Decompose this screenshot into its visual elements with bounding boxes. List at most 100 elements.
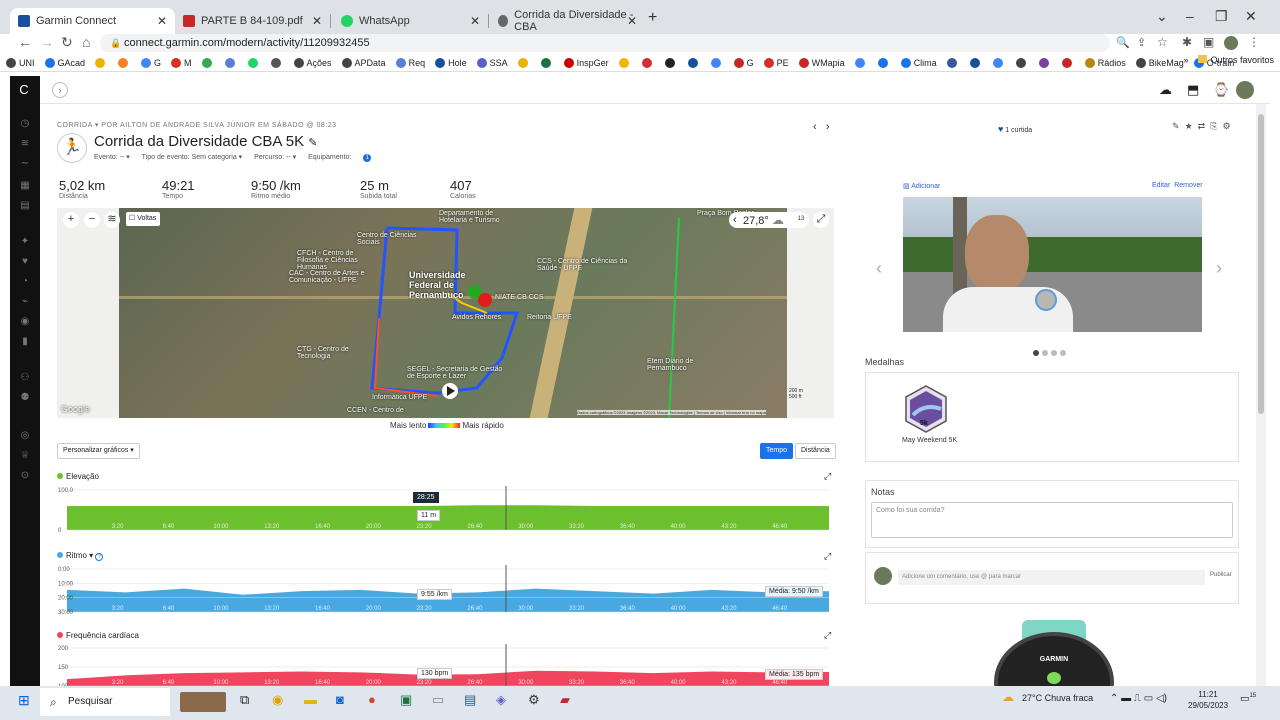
gear-field[interactable]: Equipamento: 1: [308, 154, 381, 162]
bookmark-item[interactable]: BikeMag: [1135, 57, 1184, 68]
activity-photo[interactable]: [903, 197, 1202, 332]
elevation-chart[interactable]: 100,0 0 3:20 6:40 10:00 13:20 16:40 20:00 23:20 2…: [57, 484, 833, 532]
photo-prev-arrow[interactable]: ‹: [876, 258, 882, 279]
expand-hr-icon[interactable]: ⤢: [824, 630, 831, 641]
tab-search-icon[interactable]: ⌄: [1156, 8, 1168, 25]
device-icon[interactable]: ⌚: [1213, 82, 1229, 98]
remove-photo-link[interactable]: Remover: [1174, 182, 1202, 189]
info-icon[interactable]: ?: [95, 553, 104, 561]
dashboard-icon[interactable]: ◷: [19, 118, 31, 129]
sidebar-toggle-icon[interactable]: ▣: [1203, 35, 1214, 49]
tab-pdf[interactable]: PARTE B 84-109.pdf ✕: [175, 8, 330, 34]
new-tab-button[interactable]: +: [648, 9, 657, 27]
gear-shoe-icon[interactable]: ⌁: [19, 296, 31, 307]
activity-icon[interactable]: ∼: [19, 158, 31, 169]
settings-icon[interactable]: ⚙: [528, 692, 540, 708]
bookmark-item[interactable]: [946, 57, 960, 68]
medal-badge-icon[interactable]: 5k: [905, 385, 947, 433]
bookmark-item[interactable]: Ações: [293, 57, 332, 68]
bookmarks-overflow[interactable]: »: [1183, 55, 1188, 65]
edit-pencil-icon[interactable]: ✎: [308, 137, 317, 149]
close-tab-icon[interactable]: ✕: [627, 14, 637, 28]
photo-next-arrow[interactable]: ›: [1216, 258, 1222, 279]
groups-icon[interactable]: ⚉: [19, 392, 31, 403]
tab-garmin-connect[interactable]: Garmin Connect ✕: [10, 8, 175, 34]
clock[interactable]: 11:21 29/05/2023: [1188, 689, 1228, 711]
bookmark-item[interactable]: [224, 57, 238, 68]
bookmark-item[interactable]: [118, 57, 131, 68]
route-map[interactable]: Universidade Federal de Pernambuco CCS -…: [57, 208, 834, 418]
profile-avatar[interactable]: [1224, 36, 1238, 50]
heart-icon[interactable]: ♥: [19, 256, 31, 267]
chart-icon[interactable]: ▮: [19, 336, 31, 347]
course-dropdown[interactable]: Percurso: -- ▾: [254, 154, 296, 161]
bookmark-item[interactable]: [1015, 57, 1029, 68]
task-view-icon[interactable]: ⧉: [240, 692, 249, 708]
activity-title[interactable]: Corrida da Diversidade CBA 5K ✎: [94, 133, 318, 150]
bookmark-item[interactable]: [664, 57, 678, 68]
bookmark-item[interactable]: [540, 57, 554, 68]
bookmark-item[interactable]: [641, 57, 655, 68]
prev-activity-icon[interactable]: ‹: [813, 121, 817, 133]
close-tab-icon[interactable]: ✕: [157, 14, 167, 28]
event-type-dropdown[interactable]: Tipo de evento: Sem categoria ▾: [142, 154, 243, 161]
bookmark-item[interactable]: [618, 57, 632, 68]
bookmark-item[interactable]: Rádios: [1084, 57, 1126, 68]
map-attribution[interactable]: Dados cartográficos ©2023 Imagens ©2023,…: [577, 410, 766, 415]
comment-input[interactable]: Adicione um comentário, use @ para marca…: [898, 570, 1205, 585]
other-bookmarks[interactable]: » Outros favoritos: [1183, 55, 1274, 65]
word-icon[interactable]: ▤: [464, 692, 476, 708]
teams-icon[interactable]: ◈: [496, 692, 506, 708]
tab-corrida[interactable]: Corrida da Diversidade - CBA ✕: [490, 8, 645, 34]
bookmark-item[interactable]: [95, 57, 108, 68]
bookmark-item[interactable]: Req: [395, 57, 425, 68]
inbox-icon[interactable]: ⬒: [1187, 82, 1199, 98]
close-tab-icon[interactable]: ✕: [470, 14, 480, 28]
app-icon[interactable]: ▭: [432, 692, 444, 708]
pace-chart-title[interactable]: Ritmo ▾ ?: [57, 551, 104, 561]
outlook-icon[interactable]: ◙: [336, 692, 344, 707]
acrobat-icon[interactable]: ▰: [560, 692, 570, 708]
garmin-logo-icon[interactable]: C: [18, 82, 30, 97]
export-icon[interactable]: ⎘: [1210, 121, 1217, 131]
url-field[interactable]: 🔒 connect.garmin.com/modern/activity/112…: [100, 34, 1110, 52]
medal-name[interactable]: May Weekend 5K: [902, 437, 957, 444]
hr-chart[interactable]: 2001501003:206:4010:0013:2016:4020:0023:…: [57, 643, 833, 686]
bookmark-item[interactable]: [969, 57, 983, 68]
notifications-icon[interactable]: ▭15: [1240, 693, 1256, 704]
taskbar-search[interactable]: ⌕ Pesquisar: [40, 688, 170, 716]
help-icon[interactable]: ⊙: [19, 470, 31, 481]
bookmark-item[interactable]: [710, 57, 724, 68]
like-heart-icon[interactable]: ♥: [998, 124, 1003, 134]
bookmark-item[interactable]: M: [171, 57, 192, 68]
home-icon[interactable]: ⌂: [82, 34, 90, 50]
tab-whatsapp[interactable]: WhatsApp ✕: [333, 8, 488, 34]
zoom-icon[interactable]: 🔍: [1116, 36, 1130, 49]
bookmark-item[interactable]: GAcad: [44, 57, 85, 68]
bookmark-item[interactable]: Clima: [900, 57, 937, 68]
bookmark-item[interactable]: [1038, 57, 1052, 68]
notes-textarea[interactable]: Como foi sua corrida?: [871, 502, 1233, 538]
challenges-icon[interactable]: ◎: [19, 430, 31, 441]
map-layers-icon[interactable]: ≋: [104, 212, 120, 228]
event-dropdown[interactable]: Evento: -- ▾: [94, 154, 130, 161]
expand-pace-icon[interactable]: ⤢: [824, 551, 831, 562]
share-icon[interactable]: ⇪: [1137, 36, 1146, 49]
trophy-icon[interactable]: ♕: [19, 450, 31, 461]
expand-elevation-icon[interactable]: ⤢: [824, 471, 831, 482]
chrome-icon[interactable]: ◉: [272, 692, 283, 708]
star-icon[interactable]: ☆: [1157, 35, 1168, 49]
powerpoint-icon[interactable]: ●: [368, 692, 376, 707]
fullscreen-map-icon[interactable]: ⤢: [813, 212, 829, 228]
bookmark-item[interactable]: [687, 57, 701, 68]
bookmark-item[interactable]: Hole: [435, 57, 467, 68]
bookmark-item[interactable]: [517, 57, 531, 68]
minimize-button[interactable]: –: [1186, 8, 1194, 24]
calendar-icon[interactable]: ▦: [19, 180, 31, 191]
favorite-icon[interactable]: ★: [1185, 121, 1193, 131]
bookmark-item[interactable]: G: [141, 57, 161, 68]
bookmark-item[interactable]: PE: [763, 57, 789, 68]
bookmark-item[interactable]: InspGer: [563, 57, 609, 68]
bookmark-item[interactable]: [270, 57, 284, 68]
next-activity-icon[interactable]: ›: [826, 121, 830, 133]
